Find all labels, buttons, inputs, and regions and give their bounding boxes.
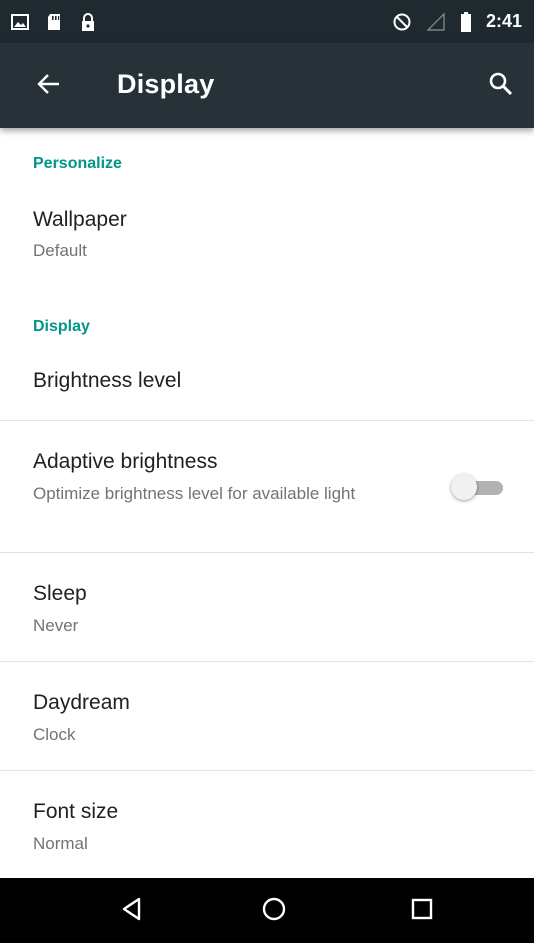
- settings-list: Personalize Wallpaper Default Display Br…: [0, 128, 534, 878]
- section-header-personalize: Personalize: [33, 155, 122, 172]
- wallpaper-title: Wallpaper: [33, 208, 127, 231]
- search-button[interactable]: [480, 65, 522, 107]
- adaptive-brightness-toggle[interactable]: [451, 473, 503, 501]
- wallpaper-summary: Default: [33, 241, 87, 260]
- font-size-item[interactable]: Font size Normal: [0, 771, 534, 878]
- font-size-title: Font size: [33, 800, 119, 823]
- nav-back-button[interactable]: [111, 890, 153, 932]
- toggle-thumb: [451, 474, 477, 500]
- sd-card-icon: [44, 12, 64, 32]
- search-icon: [488, 71, 514, 102]
- brightness-level-item[interactable]: Brightness level: [0, 350, 534, 420]
- battery-icon: [460, 11, 472, 32]
- sleep-title: Sleep: [33, 582, 87, 605]
- adaptive-brightness-summary: Optimize brightness level for available …: [33, 484, 356, 503]
- do-not-disturb-icon: [392, 12, 412, 32]
- daydream-title: Daydream: [33, 691, 130, 714]
- app-toolbar: Display: [0, 43, 534, 128]
- page-title: Display: [117, 69, 215, 99]
- section-header-display: Display: [33, 318, 90, 335]
- nav-recents-button[interactable]: [401, 890, 443, 932]
- nav-home-button[interactable]: [253, 890, 295, 932]
- status-bar: 2:41: [0, 0, 534, 43]
- status-time: 2:41: [485, 11, 522, 31]
- signal-icon: [426, 12, 446, 32]
- daydream-summary: Clock: [33, 725, 76, 744]
- brightness-level-title: Brightness level: [33, 369, 182, 392]
- daydream-item[interactable]: Daydream Clock: [0, 662, 534, 770]
- recents-square-icon: [408, 895, 436, 928]
- sleep-summary: Never: [33, 616, 79, 635]
- lock-icon: [78, 12, 98, 32]
- arrow-back-icon: [36, 71, 62, 102]
- back-button[interactable]: [28, 65, 70, 107]
- back-triangle-icon: [118, 895, 146, 928]
- font-size-summary: Normal: [33, 834, 88, 853]
- image-icon: [10, 12, 30, 32]
- wallpaper-item[interactable]: Wallpaper Default: [0, 190, 534, 290]
- navigation-bar: [0, 878, 534, 943]
- home-circle-icon: [260, 895, 288, 928]
- sleep-item[interactable]: Sleep Never: [0, 553, 534, 661]
- adaptive-brightness-title: Adaptive brightness: [33, 450, 218, 473]
